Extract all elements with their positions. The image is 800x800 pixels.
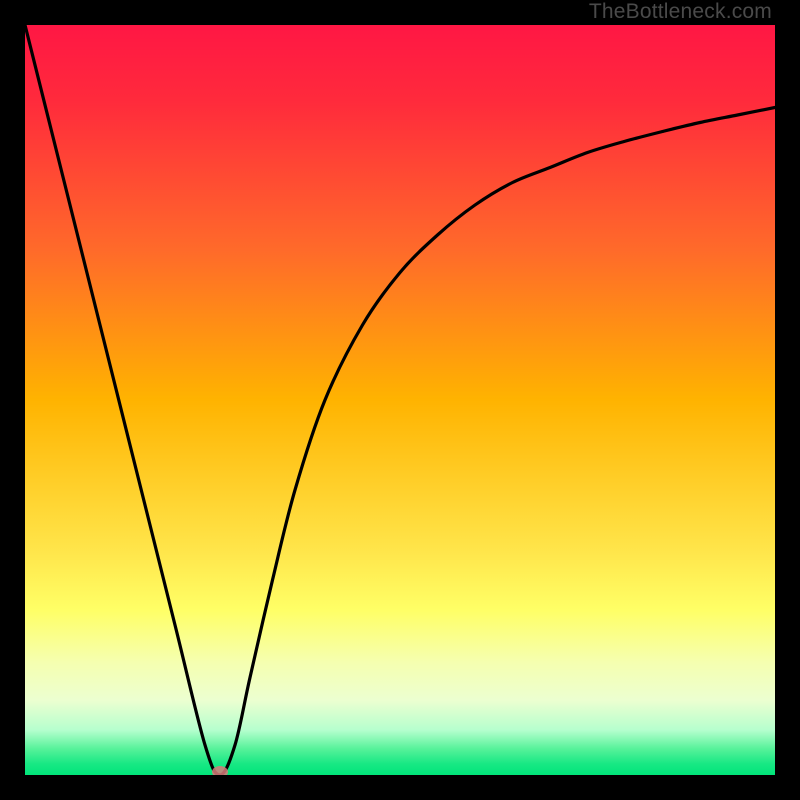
- chart-plot-area: [25, 25, 775, 775]
- chart-curve: [25, 25, 775, 775]
- watermark-text: TheBottleneck.com: [589, 0, 772, 24]
